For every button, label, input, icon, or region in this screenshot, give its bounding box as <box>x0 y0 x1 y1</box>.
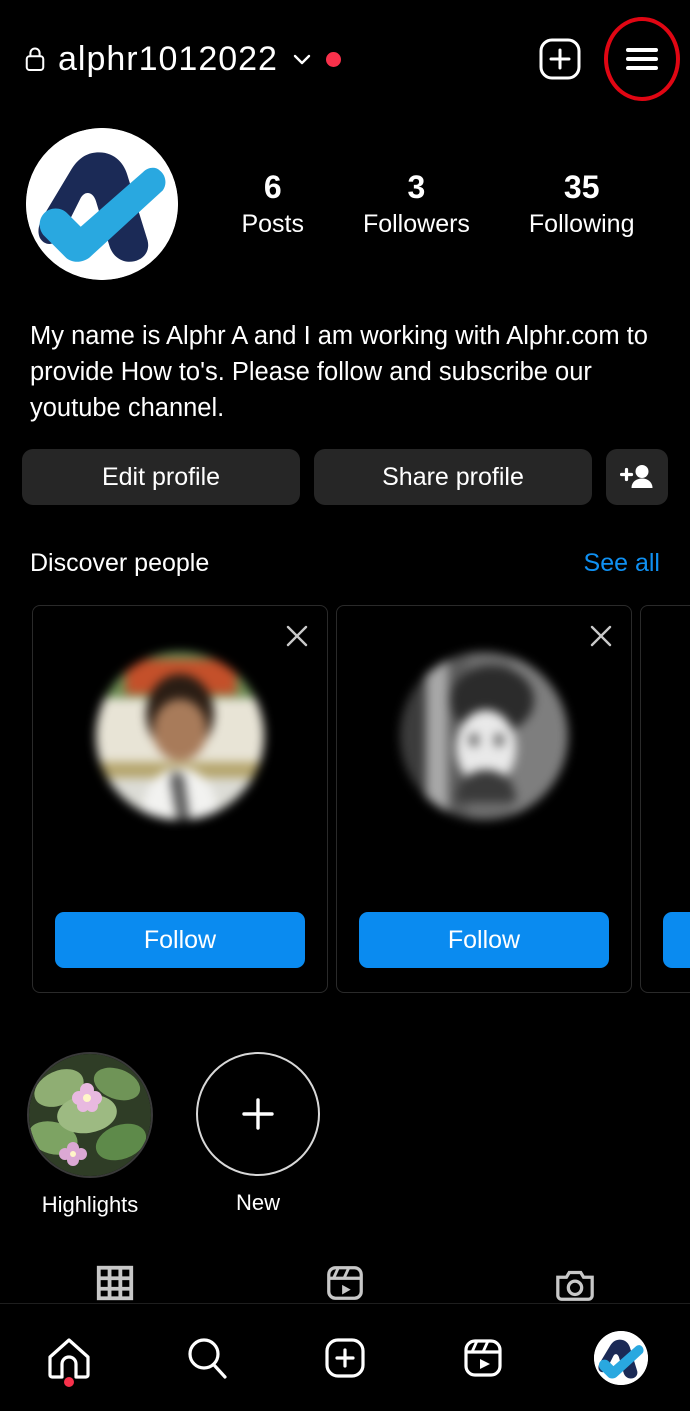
see-all-link[interactable]: See all <box>584 549 660 578</box>
lock-icon <box>24 46 46 72</box>
nav-profile[interactable] <box>552 1304 690 1411</box>
stat-posts-value: 6 <box>241 167 304 208</box>
nav-search[interactable] <box>138 1304 276 1411</box>
follow-button[interactable]: Follow <box>359 912 609 968</box>
stat-posts-label: Posts <box>241 208 304 241</box>
suggested-user-card[interactable]: Follow <box>640 605 690 993</box>
alphr-logo-avatar <box>26 128 178 280</box>
top-bar: alphr1012022 <box>0 0 690 118</box>
follow-button[interactable]: Follow <box>663 912 690 968</box>
plus-icon <box>236 1092 280 1136</box>
new-highlight-item[interactable]: New <box>194 1052 322 1216</box>
profile-action-buttons: Edit profile Share profile <box>22 449 668 505</box>
username-switcher[interactable]: alphr1012022 <box>24 40 536 79</box>
close-icon[interactable] <box>587 622 615 650</box>
nav-home[interactable] <box>0 1304 138 1411</box>
stat-following-label: Following <box>529 208 635 241</box>
hamburger-menu-icon <box>619 39 665 79</box>
alphr-logo-small <box>594 1331 648 1385</box>
stat-following-value: 35 <box>529 167 635 208</box>
create-post-button[interactable] <box>536 35 584 83</box>
stat-followers-label: Followers <box>363 208 470 241</box>
stat-following[interactable]: 35 Following <box>529 167 635 240</box>
profile-header: 6 Posts 3 Followers 35 Following <box>0 128 690 280</box>
stat-followers[interactable]: 3 Followers <box>363 167 470 240</box>
plus-square-icon <box>537 36 583 82</box>
grid-icon <box>93 1262 137 1304</box>
discover-people-title: Discover people <box>30 549 209 578</box>
discover-people-carousel[interactable]: Follow <box>32 605 690 993</box>
suggested-user-card[interactable]: Follow <box>336 605 632 993</box>
search-icon <box>180 1331 234 1385</box>
stat-followers-value: 3 <box>363 167 470 208</box>
suggested-user-card[interactable]: Follow <box>32 605 328 993</box>
profile-bio: My name is Alphr A and I am working with… <box>30 318 652 426</box>
suggested-user-avatar-blurred <box>400 652 568 820</box>
hamburger-menu-button[interactable] <box>618 35 666 83</box>
close-icon[interactable] <box>283 622 311 650</box>
discover-people-toggle-button[interactable] <box>606 449 668 505</box>
follow-button[interactable]: Follow <box>55 912 305 968</box>
discover-people-header: Discover people See all <box>30 549 660 578</box>
story-highlights-row: Highlights New <box>26 1052 322 1218</box>
new-highlight-button[interactable] <box>196 1052 320 1176</box>
stat-posts[interactable]: 6 Posts <box>241 167 304 240</box>
chevron-down-icon[interactable] <box>290 47 314 71</box>
username-label: alphr1012022 <box>58 40 278 79</box>
highlight-cover[interactable] <box>27 1052 153 1178</box>
tab-tagged[interactable] <box>460 1262 690 1304</box>
nav-reels[interactable] <box>414 1304 552 1411</box>
instagram-profile-screen: alphr1012022 <box>0 0 690 1411</box>
highlight-cover-flowers <box>29 1054 151 1176</box>
share-profile-button[interactable]: Share profile <box>314 449 592 505</box>
top-bar-actions <box>536 35 666 83</box>
tab-reels[interactable] <box>230 1262 460 1304</box>
profile-avatar[interactable] <box>26 128 178 280</box>
new-highlight-label: New <box>236 1190 280 1216</box>
suggested-user-avatar-blurred <box>96 652 264 820</box>
home-notification-dot <box>64 1377 74 1387</box>
nav-create[interactable] <box>276 1304 414 1411</box>
bottom-navigation-bar <box>0 1303 690 1411</box>
suggested-user-avatar[interactable] <box>400 652 568 820</box>
create-icon <box>318 1331 372 1385</box>
person-add-icon <box>620 462 654 492</box>
profile-stats: 6 Posts 3 Followers 35 Following <box>178 167 664 240</box>
reels-icon <box>323 1262 367 1304</box>
highlight-item[interactable]: Highlights <box>26 1052 154 1218</box>
tagged-icon <box>553 1262 597 1304</box>
profile-avatar-icon <box>594 1331 648 1385</box>
edit-profile-button[interactable]: Edit profile <box>22 449 300 505</box>
reels-icon <box>456 1331 510 1385</box>
tab-grid[interactable] <box>0 1262 230 1304</box>
suggested-user-avatar[interactable] <box>96 652 264 820</box>
username-notification-dot <box>326 52 341 67</box>
highlight-label: Highlights <box>42 1192 139 1218</box>
content-tabs <box>0 1262 690 1304</box>
